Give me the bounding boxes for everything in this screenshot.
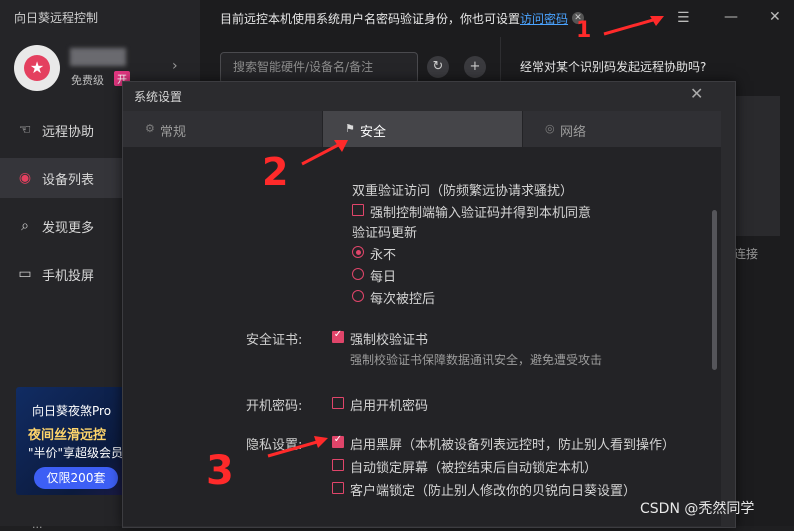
promo-title: 向日葵夜煞Pro bbox=[32, 404, 112, 418]
close-icon[interactable]: ✕ bbox=[769, 9, 781, 25]
cert-description: 强制校验证书保障数据通讯安全，避免遭受攻击 bbox=[350, 353, 603, 367]
radio-after-control[interactable] bbox=[352, 290, 364, 302]
annotation-arrow-1 bbox=[603, 16, 664, 36]
settings-tabs: ⚙ 常规 ⚑ 安全 ◎ 网络 bbox=[123, 111, 721, 147]
discover-icon: ⌕ bbox=[21, 218, 29, 234]
dialog-close-icon[interactable]: ✕ bbox=[690, 84, 703, 103]
promo-headline: 夜间丝滑远控 bbox=[28, 428, 107, 443]
dialog-title: 系统设置 bbox=[134, 90, 183, 104]
annotation-arrow-2 bbox=[301, 140, 348, 166]
refresh-icon[interactable]: ↻ bbox=[427, 56, 449, 78]
notice-bar: 目前远控本机使用系统用户名密码验证身份，你也可设置访问密码 bbox=[220, 10, 568, 27]
menu-icon[interactable]: ☰ bbox=[677, 10, 690, 26]
tab-security[interactable]: ⚑ 安全 bbox=[323, 111, 523, 147]
sidebar-bottom-text: ... bbox=[32, 518, 43, 531]
tier-label: 免费级 bbox=[71, 74, 104, 87]
client-lock-checkbox[interactable] bbox=[332, 482, 344, 494]
hand-icon: ☜ bbox=[18, 122, 32, 138]
device-icon: ◉ bbox=[18, 170, 32, 186]
chevron-right-icon[interactable]: › bbox=[172, 58, 178, 74]
force-code-label: 强制控制端输入验证码并得到本机同意 bbox=[370, 206, 592, 221]
sidebar-item-label: 手机投屏 bbox=[42, 269, 95, 284]
cert-label: 安全证书: bbox=[246, 333, 303, 348]
tab-general[interactable]: ⚙ 常规 bbox=[123, 111, 323, 147]
radio-never[interactable] bbox=[352, 246, 364, 258]
tab-label: 常规 bbox=[160, 125, 187, 140]
sidebar-item-label: 设备列表 bbox=[42, 173, 95, 188]
radio-never-label: 永不 bbox=[370, 248, 397, 263]
add-icon[interactable]: + bbox=[464, 56, 486, 78]
search-input[interactable] bbox=[233, 60, 409, 74]
tab-network[interactable]: ◎ 网络 bbox=[523, 111, 721, 147]
access-password-link[interactable]: 访问密码 bbox=[520, 12, 568, 26]
annotation-arrow-3 bbox=[267, 436, 328, 458]
boot-password-checkbox[interactable] bbox=[332, 397, 344, 409]
globe-icon: ◎ bbox=[545, 122, 555, 135]
force-cert-label: 强制校验证书 bbox=[350, 333, 429, 348]
notice-text: 目前远控本机使用系统用户名密码验证身份，你也可设置 bbox=[220, 12, 521, 26]
app-title: 向日葵远程控制 bbox=[14, 11, 99, 25]
annotation-number-3: 3 bbox=[206, 448, 234, 494]
minimize-icon[interactable]: — bbox=[724, 9, 738, 25]
annotation-number-1: 1 bbox=[576, 18, 592, 43]
force-code-checkbox[interactable] bbox=[352, 204, 364, 216]
username-blurred bbox=[70, 48, 126, 66]
boot-password-option: 启用开机密码 bbox=[350, 399, 429, 414]
client-lock-label: 客户端锁定（防止别人修改你的贝锐向日葵设置） bbox=[350, 484, 637, 499]
radio-daily[interactable] bbox=[352, 268, 364, 280]
tab-label: 安全 bbox=[360, 125, 387, 140]
radio-daily-label: 每日 bbox=[370, 270, 397, 285]
auto-lock-label: 自动锁定屏幕（被控结束后自动锁定本机） bbox=[350, 461, 598, 476]
tab-label: 网络 bbox=[560, 125, 587, 140]
black-screen-label: 启用黑屏（本机被设备列表远控时，防止别人看到操作） bbox=[350, 438, 676, 453]
screen-cast-icon: ▭ bbox=[18, 266, 32, 282]
watermark: CSDN @秃然同学 bbox=[640, 501, 755, 517]
sidebar-item-label: 远程协助 bbox=[42, 125, 95, 140]
search-box[interactable] bbox=[220, 52, 418, 84]
sunflower-logo-icon: ★ bbox=[24, 55, 50, 81]
right-panel-question: 经常对某个识别码发起远程协助吗? bbox=[520, 60, 707, 74]
code-update-title: 验证码更新 bbox=[352, 226, 418, 241]
gear-icon: ⚙ bbox=[145, 122, 155, 135]
promo-subline: "半价"享超级会员 bbox=[28, 446, 124, 460]
two-factor-title: 双重验证访问（防频繁远协请求骚扰） bbox=[352, 184, 574, 199]
black-screen-checkbox[interactable] bbox=[332, 434, 344, 448]
scrollbar[interactable] bbox=[712, 210, 717, 370]
force-cert-checkbox[interactable] bbox=[332, 329, 344, 343]
sidebar-item-label: 发现更多 bbox=[42, 221, 95, 236]
radio-after-control-label: 每次被控后 bbox=[370, 292, 436, 307]
annotation-number-2: 2 bbox=[262, 150, 289, 194]
auto-lock-checkbox[interactable] bbox=[332, 459, 344, 471]
boot-password-label: 开机密码: bbox=[246, 399, 303, 414]
promo-button[interactable]: 仅限200套 bbox=[34, 467, 118, 489]
